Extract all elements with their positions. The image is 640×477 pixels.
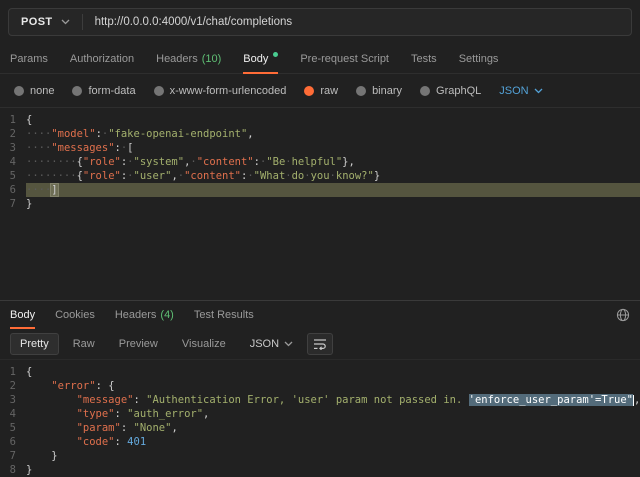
code-line[interactable]: 8} — [0, 463, 640, 477]
response-toolbar: Pretty Raw Preview Visualize JSON — [0, 328, 640, 360]
response-language-select[interactable]: JSON — [250, 338, 293, 350]
app-window: POST http://0.0.0.0:4000/v1/chat/complet… — [0, 0, 640, 477]
radio-icon — [72, 86, 82, 96]
line-number: 5 — [0, 169, 26, 183]
code-line[interactable]: 6 "code": 401 — [0, 435, 640, 449]
view-tab-raw[interactable]: Raw — [63, 333, 105, 355]
tab-headers[interactable]: Headers (10) — [156, 44, 221, 73]
line-number: 1 — [0, 365, 26, 379]
line-number: 4 — [0, 155, 26, 169]
tab-params[interactable]: Params — [10, 44, 48, 73]
line-number: 7 — [0, 449, 26, 463]
line-number: 6 — [0, 435, 26, 449]
line-number: 5 — [0, 421, 26, 435]
view-tab-pretty[interactable]: Pretty — [10, 333, 59, 355]
chevron-down-icon — [284, 341, 293, 347]
bodytype-form-data[interactable]: form-data — [72, 85, 135, 97]
chevron-down-icon — [61, 19, 70, 25]
url-input[interactable]: http://0.0.0.0:4000/v1/chat/completions — [83, 16, 631, 28]
line-number: 3 — [0, 141, 26, 155]
tab-pre-request-script[interactable]: Pre-request Script — [300, 44, 389, 73]
response-body-editor[interactable]: 1{2 "error": {3 "message": "Authenticati… — [0, 360, 640, 477]
bodytype-x-www-form-urlencoded[interactable]: x-www-form-urlencoded — [154, 85, 287, 97]
code-line[interactable]: 7 } — [0, 449, 640, 463]
response-tab-cookies[interactable]: Cookies — [55, 301, 95, 328]
bodytype-binary[interactable]: binary — [356, 85, 402, 97]
radio-icon — [154, 86, 164, 96]
bodytype-graphql[interactable]: GraphQL — [420, 85, 481, 97]
response-tab-test-results[interactable]: Test Results — [194, 301, 254, 328]
line-number: 8 — [0, 463, 26, 477]
headers-count: (10) — [202, 53, 222, 65]
tab-authorization[interactable]: Authorization — [70, 44, 134, 73]
tab-settings[interactable]: Settings — [459, 44, 499, 73]
line-number: 3 — [0, 393, 26, 407]
line-number: 7 — [0, 197, 26, 211]
bodytype-none[interactable]: none — [14, 85, 54, 97]
line-number: 4 — [0, 407, 26, 421]
code-line[interactable]: 2 "error": { — [0, 379, 640, 393]
response-tab-body[interactable]: Body — [10, 301, 35, 328]
line-number: 2 — [0, 379, 26, 393]
tab-body[interactable]: Body — [243, 44, 278, 73]
code-line[interactable]: 6····] — [0, 183, 640, 197]
radio-selected-icon — [304, 86, 314, 96]
method-label: POST — [21, 16, 53, 28]
code-line[interactable]: 4········{"role":·"system",·"content":·"… — [0, 155, 640, 169]
bodytype-raw[interactable]: raw — [304, 85, 338, 97]
view-tab-preview[interactable]: Preview — [109, 333, 168, 355]
request-body-editor[interactable]: 1{2····"model":·"fake-openai-endpoint",3… — [0, 108, 640, 300]
radio-icon — [420, 86, 430, 96]
code-line[interactable]: 7} — [0, 197, 640, 211]
url-bar: POST http://0.0.0.0:4000/v1/chat/complet… — [8, 8, 632, 36]
request-language-select[interactable]: JSON — [499, 85, 542, 97]
response-header: Body Cookies Headers (4) Test Results — [0, 300, 640, 328]
tab-tests[interactable]: Tests — [411, 44, 437, 73]
code-line[interactable]: 5 "param": "None", — [0, 421, 640, 435]
line-number: 6 — [0, 183, 26, 197]
line-number: 2 — [0, 127, 26, 141]
line-number: 1 — [0, 113, 26, 127]
chevron-down-icon — [534, 88, 543, 94]
response-tab-headers[interactable]: Headers (4) — [115, 301, 174, 328]
text-wrap-icon[interactable] — [307, 333, 333, 355]
method-selector[interactable]: POST — [9, 9, 82, 35]
view-tab-visualize[interactable]: Visualize — [172, 333, 236, 355]
body-has-content-dot — [273, 52, 278, 57]
code-line[interactable]: 1{ — [0, 113, 640, 127]
request-tabs: Params Authorization Headers (10) Body P… — [0, 44, 640, 74]
code-line[interactable]: 1{ — [0, 365, 640, 379]
body-type-row: none form-data x-www-form-urlencoded raw… — [0, 74, 640, 108]
request-url-row: POST http://0.0.0.0:4000/v1/chat/complet… — [0, 0, 640, 44]
code-line[interactable]: 3 "message": "Authentication Error, 'use… — [0, 393, 640, 407]
radio-icon — [356, 86, 366, 96]
code-line[interactable]: 4 "type": "auth_error", — [0, 407, 640, 421]
code-line[interactable]: 3····"messages":·[ — [0, 141, 640, 155]
radio-icon — [14, 86, 24, 96]
code-line[interactable]: 2····"model":·"fake-openai-endpoint", — [0, 127, 640, 141]
response-headers-count: (4) — [160, 309, 173, 321]
code-line[interactable]: 5········{"role":·"user",·"content":·"Wh… — [0, 169, 640, 183]
globe-icon[interactable] — [616, 308, 630, 322]
